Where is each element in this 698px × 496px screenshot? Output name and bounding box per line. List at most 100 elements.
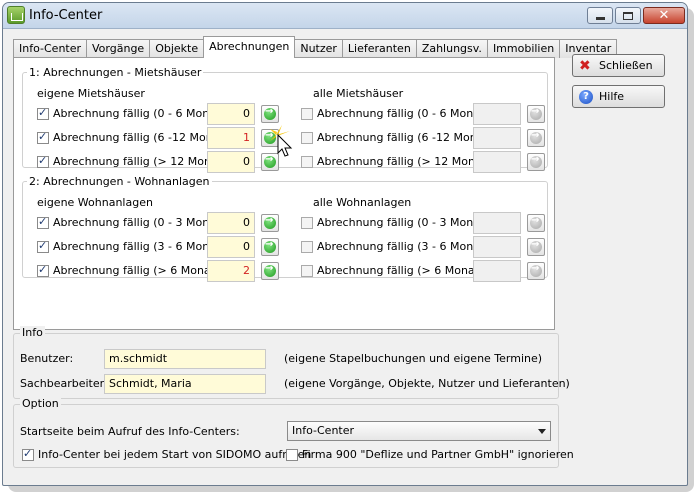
window-title: Info-Center bbox=[29, 8, 103, 23]
value-eigene-6-12: 1 bbox=[207, 127, 255, 149]
label-eigene-6plus: Abrechnung fällig (> 6 Monate) bbox=[53, 264, 227, 277]
help-icon: ? bbox=[579, 90, 593, 104]
value-alle-0-6 bbox=[473, 103, 521, 125]
value-eigene-12plus: 0 bbox=[207, 151, 255, 173]
label-alle-12plus: Abrechnung fällig (> 12 Monate) bbox=[317, 155, 498, 168]
checkbox-eigene-6-12[interactable] bbox=[37, 130, 49, 144]
tab-nutzer[interactable]: Nutzer bbox=[294, 39, 343, 58]
label-alle-0-3: Abrechnung fällig (0 - 3 Monate) bbox=[317, 216, 496, 229]
table-row: Abrechnung fällig (0 - 6 Monate) 0 Abrec… bbox=[23, 103, 545, 125]
header-eigene-wohnanlagen: eigene Wohnanlagen bbox=[37, 196, 153, 209]
autostart-checkbox[interactable] bbox=[22, 447, 34, 461]
label-eigene-6-12: Abrechnung fällig (6 -12 Monat.) bbox=[53, 131, 232, 144]
hilfe-button[interactable]: ? Hilfe bbox=[572, 85, 665, 108]
startseite-value: Info-Center bbox=[292, 424, 355, 437]
label-alle-3-6: Abrechnung fällig (3 - 6 Monate) bbox=[317, 240, 496, 253]
abrechnungen-panel: 1: Abrechnungen - Mietshäuser eigene Mie… bbox=[13, 57, 555, 330]
minimize-button[interactable] bbox=[587, 7, 613, 24]
checkbox-eigene-3-6[interactable] bbox=[37, 239, 49, 253]
value-eigene-0-6: 0 bbox=[207, 103, 255, 125]
startseite-select[interactable]: Info-Center bbox=[287, 421, 551, 441]
checkbox-alle-0-6[interactable] bbox=[301, 108, 313, 120]
section-wohnanlagen-title: 2: Abrechnungen - Wohnanlagen bbox=[29, 175, 210, 188]
tab-info-center[interactable]: Info-Center bbox=[13, 39, 88, 58]
header-alle-mietshaeuser: alle Mietshäuser bbox=[313, 87, 404, 100]
checkbox-eigene-12plus[interactable] bbox=[37, 154, 49, 168]
header-eigene-mietshaeuser: eigene Mietshäuser bbox=[37, 87, 145, 100]
autostart-label: Info-Center bei jedem Start von SIDOMO a… bbox=[38, 448, 312, 461]
benutzer-hint: (eigene Stapelbuchungen und eigene Termi… bbox=[284, 352, 543, 365]
go-arrow-icon[interactable] bbox=[527, 153, 545, 171]
header-alle-wohnanlagen: alle Wohnanlagen bbox=[313, 196, 412, 209]
go-arrow-icon[interactable] bbox=[261, 214, 279, 232]
go-arrow-icon[interactable] bbox=[527, 262, 545, 280]
value-eigene-6plus: 2 bbox=[207, 260, 255, 282]
section-mietshaeuser-title: 1: Abrechnungen - Mietshäuser bbox=[29, 66, 202, 79]
section-wohnanlagen: 2: Abrechnungen - Wohnanlagen eigene Woh… bbox=[22, 175, 548, 282]
tab-immobilien[interactable]: Immobilien bbox=[486, 39, 561, 58]
tab-abrechnungen[interactable]: Abrechnungen bbox=[203, 36, 296, 58]
value-alle-0-3 bbox=[473, 212, 521, 234]
go-arrow-icon[interactable] bbox=[261, 262, 279, 280]
label-eigene-0-6: Abrechnung fällig (0 - 6 Monate) bbox=[53, 107, 232, 120]
minimize-icon bbox=[595, 17, 605, 20]
schliessen-button[interactable]: ✖ Schließen bbox=[572, 54, 665, 77]
label-eigene-3-6: Abrechnung fällig (3 - 6 Monate) bbox=[53, 240, 232, 253]
option-group: Option Startseite beim Aufruf des Info-C… bbox=[13, 397, 574, 468]
sachbearbeiter-hint: (eigene Vorgänge, Objekte, Nutzer und Li… bbox=[284, 377, 570, 390]
app-icon bbox=[7, 6, 25, 24]
label-alle-6plus: Abrechnung fällig (> 6 Monate) bbox=[317, 264, 491, 277]
startseite-label: Startseite beim Aufruf des Info-Centers: bbox=[20, 425, 240, 438]
chevron-down-icon bbox=[538, 429, 546, 434]
title-bar: Info-Center ✕ bbox=[3, 3, 687, 29]
label-alle-0-6: Abrechnung fällig (0 - 6 Monate) bbox=[317, 107, 496, 120]
value-alle-12plus bbox=[473, 151, 521, 173]
close-icon: ✖ bbox=[579, 58, 591, 74]
ignore-firma-checkbox[interactable] bbox=[286, 449, 298, 461]
option-group-title: Option bbox=[20, 397, 61, 410]
go-arrow-icon[interactable] bbox=[261, 238, 279, 256]
go-arrow-icon[interactable] bbox=[527, 129, 545, 147]
sachbearbeiter-label: Sachbearbeiter: bbox=[20, 377, 108, 390]
checkbox-eigene-0-3[interactable] bbox=[37, 215, 49, 229]
table-row: Abrechnung fällig (> 6 Monate) 2 Abrechn… bbox=[23, 260, 545, 282]
label-eigene-0-3: Abrechnung fällig (0 - 3 Monate) bbox=[53, 216, 232, 229]
info-center-window: Info-Center ✕ Info-Center Vorgänge Objek… bbox=[2, 2, 688, 486]
value-alle-3-6 bbox=[473, 236, 521, 258]
schliessen-label: Schließen bbox=[599, 59, 653, 72]
checkbox-alle-12plus[interactable] bbox=[301, 156, 313, 168]
maximize-button[interactable] bbox=[615, 7, 641, 24]
table-row: Abrechnung fällig (0 - 3 Monate) 0 Abrec… bbox=[23, 212, 545, 234]
checkbox-alle-6plus[interactable] bbox=[301, 265, 313, 277]
value-eigene-0-3: 0 bbox=[207, 212, 255, 234]
checkbox-alle-0-3[interactable] bbox=[301, 217, 313, 229]
go-arrow-icon[interactable] bbox=[527, 238, 545, 256]
tab-objekte[interactable]: Objekte bbox=[149, 39, 205, 58]
checkbox-eigene-6plus[interactable] bbox=[37, 263, 49, 277]
go-arrow-icon[interactable] bbox=[527, 105, 545, 123]
tab-zahlungsv[interactable]: Zahlungsv. bbox=[415, 39, 488, 58]
tab-lieferanten[interactable]: Lieferanten bbox=[341, 39, 417, 58]
checkbox-alle-3-6[interactable] bbox=[301, 241, 313, 253]
sachbearbeiter-field: Schmidt, Maria bbox=[104, 374, 266, 394]
info-group: Info Benutzer: m.schmidt (eigene Stapelb… bbox=[13, 326, 570, 399]
go-arrow-icon[interactable] bbox=[527, 214, 545, 232]
checkbox-eigene-0-6[interactable] bbox=[37, 106, 49, 120]
go-arrow-icon[interactable] bbox=[261, 105, 279, 123]
value-alle-6plus bbox=[473, 260, 521, 282]
hilfe-label: Hilfe bbox=[599, 90, 625, 103]
benutzer-label: Benutzer: bbox=[20, 352, 74, 365]
maximize-icon bbox=[623, 11, 633, 20]
close-window-button[interactable]: ✕ bbox=[643, 7, 685, 24]
value-alle-6-12 bbox=[473, 127, 521, 149]
tab-vorgaenge[interactable]: Vorgänge bbox=[86, 39, 151, 58]
info-group-title: Info bbox=[20, 326, 45, 339]
table-row: Abrechnung fällig (3 - 6 Monate) 0 Abrec… bbox=[23, 236, 545, 258]
checkbox-alle-6-12[interactable] bbox=[301, 132, 313, 144]
tab-strip: Info-Center Vorgänge Objekte Abrechnunge… bbox=[13, 36, 618, 58]
value-eigene-3-6: 0 bbox=[207, 236, 255, 258]
label-alle-6-12: Abrechnung fällig (6 -12 Monat.) bbox=[317, 131, 496, 144]
mouse-cursor-icon bbox=[270, 125, 293, 157]
benutzer-field: m.schmidt bbox=[104, 349, 266, 369]
close-icon: ✕ bbox=[658, 8, 670, 23]
